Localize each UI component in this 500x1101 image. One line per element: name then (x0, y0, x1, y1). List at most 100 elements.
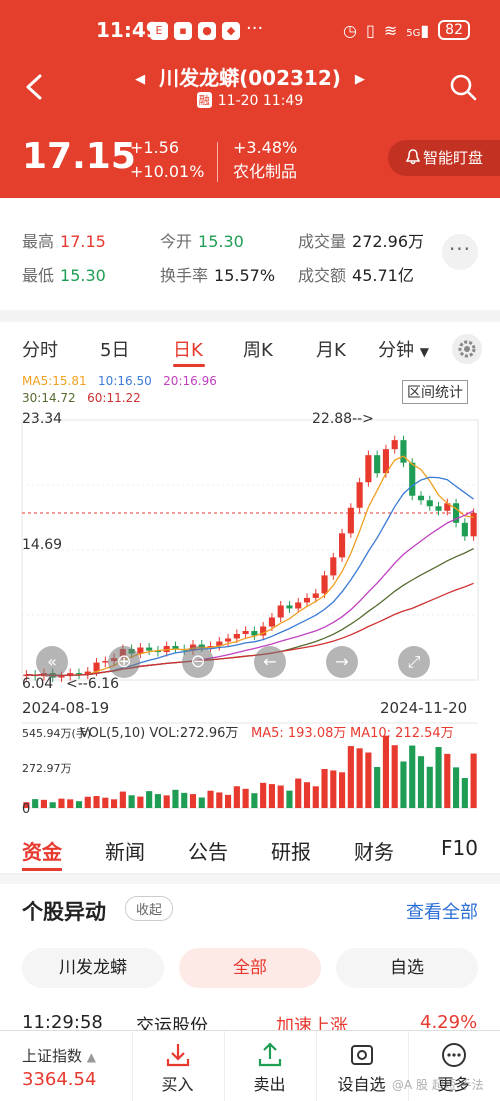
collapse-icon[interactable]: « (36, 646, 68, 678)
volume-bar (382, 735, 389, 808)
vol-ma10: MA10: 212.54万 (350, 726, 454, 741)
zoom-out-icon[interactable]: ⊖ (182, 646, 214, 678)
candle-body (365, 455, 372, 483)
tab-intraday[interactable]: 分时 (22, 336, 58, 362)
volume-bar (461, 778, 468, 808)
x-start-label: 2024-08-19 (22, 699, 110, 717)
volume-bar (391, 745, 398, 808)
volume-bar (181, 792, 188, 808)
ma20-value: 20:16.96 (163, 374, 217, 388)
see-all-link[interactable]: 查看全部 (406, 898, 478, 924)
scroll-left-icon[interactable]: ← (254, 646, 286, 678)
stat-amount: 成交额 45.71亿 (298, 266, 414, 285)
sector-change[interactable]: +3.48% 农化制品 (233, 136, 297, 184)
tab-news[interactable]: 新闻 (105, 836, 145, 865)
signal-icon: 5G▮ (406, 20, 430, 40)
y-max-label: 23.34 (22, 411, 63, 427)
divider (217, 142, 218, 182)
volume-bar (58, 798, 65, 808)
tab-f10[interactable]: F10 (441, 836, 478, 860)
filter-this-stock[interactable]: 川发龙蟒 (22, 948, 164, 988)
dropdown-icon: ▼ (419, 345, 429, 359)
next-stock-icon[interactable]: ▶ (355, 72, 365, 87)
stat-open: 今开 15.30 (160, 232, 244, 251)
vibrate-icon: ▯ (366, 20, 375, 40)
sell-button[interactable]: 卖出 (224, 1031, 314, 1101)
volume-bar (251, 793, 258, 808)
chart-controls: « ⊕ ⊖ ← → ⤢ (36, 646, 436, 680)
candle-body (391, 440, 398, 450)
zoom-in-icon[interactable]: ⊕ (108, 646, 140, 678)
volume-bar (435, 747, 442, 808)
tab-daily-k[interactable]: 日K (173, 336, 203, 362)
status-icons: ◷ ▯ ≋ 5G▮ 82 (343, 20, 470, 40)
volume-bar (312, 786, 319, 808)
candle-body (312, 593, 319, 598)
volume-bar (295, 778, 302, 808)
volume-bar (444, 753, 451, 808)
volume-bar (233, 786, 240, 808)
tab-minute[interactable]: 分钟 ▼ (378, 336, 429, 362)
volume-bar (102, 797, 109, 808)
x-end-label: 2024-11-20 (380, 699, 468, 717)
stat-turnover: 换手率 15.57% (160, 266, 276, 285)
volume-bar (374, 767, 381, 808)
more-stats-button[interactable]: ··· (442, 234, 478, 270)
volume-bar (75, 801, 83, 808)
volume-bar (426, 766, 433, 808)
volume-bar (365, 752, 372, 808)
volume-bar (453, 767, 460, 808)
tab-5day[interactable]: 5日 (100, 336, 129, 362)
candle-body (374, 455, 381, 474)
tab-monthly-k[interactable]: 月K (316, 336, 346, 362)
bell-icon (406, 149, 420, 165)
stock-title: ◀ 川发龙蟒(002312) ▶ (135, 66, 365, 90)
ma-legend: MA5:15.81 10:16.50 20:16.96 30:14.72 60:… (22, 373, 217, 407)
divider (0, 874, 500, 884)
volume-bar (356, 748, 363, 808)
collapse-button[interactable]: 收起 (125, 896, 174, 921)
fullscreen-icon[interactable]: ⤢ (398, 646, 430, 678)
chat-icon: ◆ (222, 22, 240, 40)
active-tab-indicator (22, 868, 62, 871)
info-tabs: 资金 新闻 公告 研报 财务 F10 (0, 820, 500, 874)
last-price: 17.15 (22, 136, 136, 177)
tab-financials[interactable]: 财务 (354, 836, 394, 865)
candle-body (400, 440, 407, 463)
volume-bar (128, 795, 135, 808)
vol-legend: VOL(5,10) VOL:272.96万 (80, 726, 239, 741)
filter-watchlist[interactable]: 自选 (336, 948, 478, 988)
volume-bar (189, 794, 197, 808)
volume-bar (207, 790, 214, 808)
candle-body (242, 631, 249, 635)
scroll-right-icon[interactable]: → (326, 646, 358, 678)
filter-all[interactable]: 全部 (179, 948, 321, 988)
tab-funds[interactable]: 资金 (22, 836, 62, 865)
volume-bar (321, 769, 328, 808)
caret-up-icon: ▲ (86, 1050, 97, 1064)
tab-research[interactable]: 研报 (271, 836, 311, 865)
smart-watch-button[interactable]: 智能盯盘 (388, 140, 500, 176)
buy-button[interactable]: 买入 (132, 1031, 222, 1101)
period-tabs: 分时 5日 日K 周K 月K 分钟 ▼ (0, 322, 500, 372)
tab-announcements[interactable]: 公告 (188, 836, 228, 865)
stat-volume: 成交量 272.96万 (298, 232, 425, 251)
candle-body (286, 605, 293, 609)
app-notification-icon: E (150, 22, 168, 40)
range-stats-button[interactable]: 区间统计 (402, 380, 468, 404)
price-change: +1.56 +10.01% (130, 138, 205, 181)
candle-body (321, 575, 328, 594)
candle-body (233, 634, 240, 639)
stock-subtitle: 融 11-20 11:49 (0, 92, 500, 109)
gear-icon[interactable] (452, 334, 482, 364)
candle-body (277, 605, 284, 618)
tab-weekly-k[interactable]: 周K (243, 336, 273, 362)
prev-stock-icon[interactable]: ◀ (135, 72, 145, 87)
search-icon[interactable] (448, 72, 478, 102)
alarm-icon: ◷ (343, 20, 358, 40)
vol-ma5: MA5: 193.08万 (251, 726, 347, 741)
battery-icon: 82 (438, 20, 470, 40)
candlestick-chart[interactable] (0, 408, 500, 820)
candle-body (417, 495, 425, 501)
notification-icons: E ▪ ● ◆ ··· (150, 20, 263, 40)
